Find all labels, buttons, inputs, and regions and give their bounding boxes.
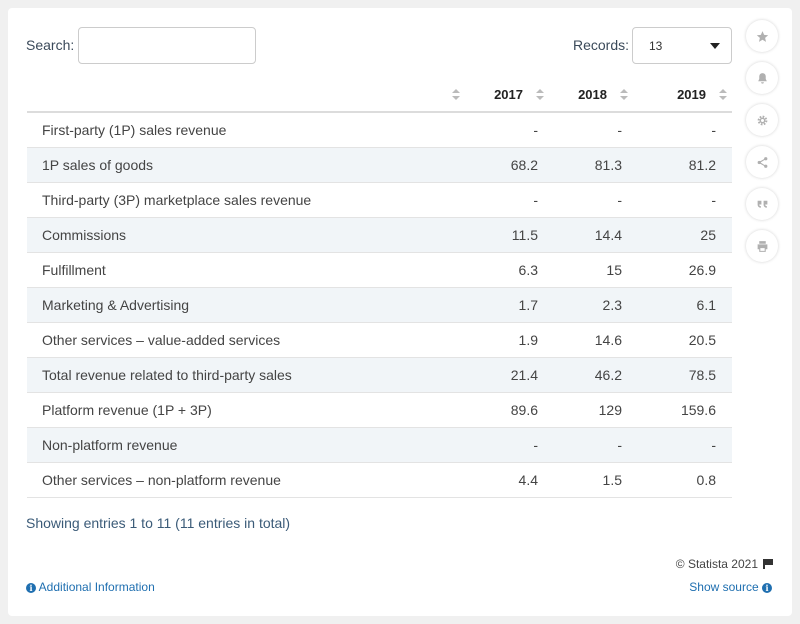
table-body: First-party (1P) sales revenue - - -1P sale…: [27, 112, 732, 498]
table-row: First-party (1P) sales revenue - - -: [27, 112, 732, 148]
search-label: Search:: [26, 37, 75, 53]
bell-icon: [757, 72, 767, 84]
cell-2018: 14.6: [549, 322, 633, 358]
star-button[interactable]: [746, 20, 778, 52]
cell-2019: 6.1: [633, 287, 732, 323]
additional-information-label: Additional Information: [38, 580, 155, 594]
table-row: Commissions 11.5 14.4 25: [27, 217, 732, 253]
cell-2018: 129: [549, 392, 633, 428]
cell-2017: 6.3: [465, 252, 549, 288]
flag-icon[interactable]: [763, 559, 773, 569]
quote-icon: [757, 200, 767, 208]
cell-2019: 20.5: [633, 322, 732, 358]
settings-button[interactable]: [746, 104, 778, 136]
cell-2019: 0.8: [633, 462, 732, 498]
column-header-label[interactable]: [27, 77, 465, 113]
info-icon: i: [26, 583, 36, 593]
table-row: Third-party (3P) marketplace sales reven…: [27, 182, 732, 218]
cell-2017: 4.4: [465, 462, 549, 498]
table-row: Marketing & Advertising 1.7 2.3 6.1: [27, 287, 732, 323]
cell-2019: -: [633, 112, 732, 148]
cell-2017: -: [465, 112, 549, 148]
copyright[interactable]: © Statista 2021: [675, 557, 773, 571]
column-header-2017[interactable]: 2017: [465, 77, 549, 113]
show-source-label: Show source: [689, 580, 759, 594]
cell-2018: 2.3: [549, 287, 633, 323]
copyright-text: © Statista 2021: [675, 557, 758, 571]
cell-2019: -: [633, 182, 732, 218]
show-source-link[interactable]: Show source i: [689, 580, 772, 594]
tool-sidebar: [746, 20, 778, 272]
cell-2018: -: [549, 112, 633, 148]
column-header-2019[interactable]: 2019: [633, 77, 732, 113]
table-row: Platform revenue (1P + 3P) 89.6 129 159.6: [27, 392, 732, 428]
sort-icon: [536, 89, 544, 101]
cite-button[interactable]: [746, 188, 778, 220]
gear-icon: [757, 115, 767, 125]
sort-icon: [620, 89, 628, 101]
row-label: Total revenue related to third-party sal…: [27, 357, 465, 393]
table-row: Other services – non-platform revenue 4.4…: [27, 462, 732, 498]
entries-summary: Showing entries 1 to 11 (11 entries in t…: [26, 515, 291, 531]
records-selected-value: 13: [649, 39, 663, 53]
cell-2017: -: [465, 182, 549, 218]
row-label: Platform revenue (1P + 3P): [27, 392, 465, 428]
cell-2017: 1.9: [465, 322, 549, 358]
cell-2017: 21.4: [465, 357, 549, 393]
cell-2019: 81.2: [633, 147, 732, 183]
star-icon: [756, 30, 768, 42]
sort-icon: [719, 89, 727, 101]
cell-2017: 68.2: [465, 147, 549, 183]
records-select[interactable]: 13: [632, 27, 732, 64]
print-icon: [757, 240, 767, 252]
cell-2019: 159.6: [633, 392, 732, 428]
share-button[interactable]: [746, 146, 778, 178]
additional-information-link[interactable]: i Additional Information: [26, 580, 155, 594]
row-label: Other services – non-platform revenue: [27, 462, 465, 498]
cell-2018: 81.3: [549, 147, 633, 183]
table-row: Other services – value-added services 1.9…: [27, 322, 732, 358]
row-label: First-party (1P) sales revenue: [27, 112, 465, 148]
table-row: 1P sales of goods 68.2 81.3 81.2: [27, 147, 732, 183]
cell-2018: -: [549, 182, 633, 218]
cell-2018: 46.2: [549, 357, 633, 393]
cell-2017: 89.6: [465, 392, 549, 428]
row-label: Other services – value-added services: [27, 322, 465, 358]
cell-2018: -: [549, 427, 633, 463]
row-label: Fulfillment: [27, 252, 465, 288]
caret-down-icon: [710, 43, 720, 49]
row-label: Third-party (3P) marketplace sales reven…: [27, 182, 465, 218]
column-header-2018[interactable]: 2018: [549, 77, 633, 113]
cell-2018: 14.4: [549, 217, 633, 253]
table-header-row: 2017 2018 2019: [27, 77, 732, 113]
cell-2019: 25: [633, 217, 732, 253]
notification-button[interactable]: [746, 62, 778, 94]
records-label: Records:: [573, 37, 630, 53]
row-label: Commissions: [27, 217, 465, 253]
cell-2019: 78.5: [633, 357, 732, 393]
cell-2017: 1.7: [465, 287, 549, 323]
share-icon: [757, 156, 767, 168]
cell-2019: 26.9: [633, 252, 732, 288]
info-icon: i: [762, 583, 772, 593]
table-row: Non-platform revenue - - -: [27, 427, 732, 463]
data-table: 2017 2018 2019 First-party (1P) sales re…: [27, 77, 732, 498]
cell-2017: -: [465, 427, 549, 463]
row-label: 1P sales of goods: [27, 147, 465, 183]
cell-2018: 1.5: [549, 462, 633, 498]
print-button[interactable]: [746, 230, 778, 262]
cell-2017: 11.5: [465, 217, 549, 253]
search-input[interactable]: [78, 27, 256, 64]
sort-icon: [452, 89, 460, 101]
table-row: Total revenue related to third-party sal…: [27, 357, 732, 393]
row-label: Marketing & Advertising: [27, 287, 465, 323]
row-label: Non-platform revenue: [27, 427, 465, 463]
table-row: Fulfillment 6.3 15 26.9: [27, 252, 732, 288]
cell-2019: -: [633, 427, 732, 463]
cell-2018: 15: [549, 252, 633, 288]
